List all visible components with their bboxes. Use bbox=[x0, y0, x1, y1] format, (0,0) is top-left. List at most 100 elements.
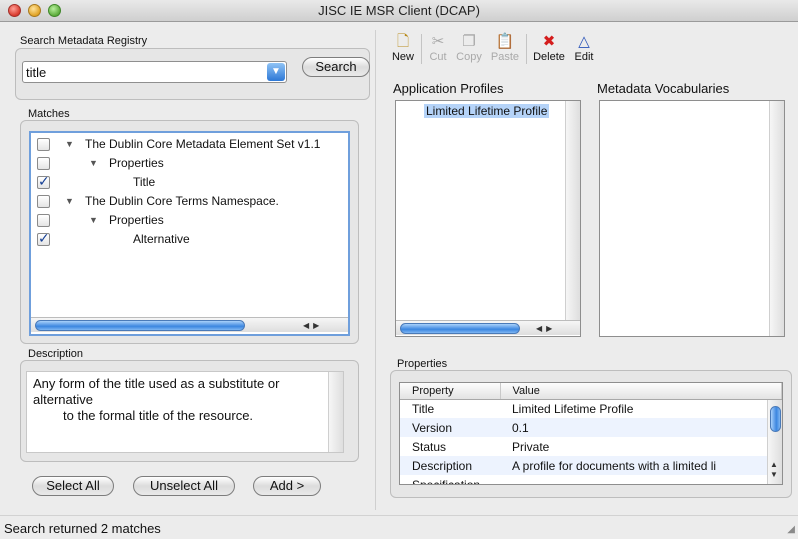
tree-row[interactable]: Title bbox=[31, 172, 346, 192]
scroll-arrows-icon[interactable]: ◀▶ bbox=[536, 321, 556, 336]
search-input[interactable]: title bbox=[26, 65, 46, 80]
property-cell: Version bbox=[400, 418, 500, 437]
table-row[interactable]: Specification bbox=[400, 475, 782, 485]
scrollbar-thumb[interactable] bbox=[35, 320, 245, 331]
close-window-button[interactable] bbox=[8, 4, 21, 17]
copy-tool[interactable]: ❐ Copy bbox=[453, 33, 485, 63]
toolbar-separator bbox=[526, 34, 527, 64]
delete-tool-label: Delete bbox=[533, 51, 565, 63]
combo-dropdown-icon[interactable]: ▼ bbox=[267, 63, 285, 81]
zoom-window-button[interactable] bbox=[48, 4, 61, 17]
tree-row[interactable]: ▼ Properties bbox=[31, 154, 346, 173]
search-combo-box[interactable]: title ▼ bbox=[22, 61, 287, 83]
match-checkbox[interactable] bbox=[37, 214, 50, 227]
properties-vertical-scrollbar[interactable]: ▲ ▼ bbox=[767, 400, 782, 484]
edit-tool[interactable]: △ Edit bbox=[571, 33, 597, 63]
scroll-arrows-icon[interactable]: ◀▶ bbox=[303, 318, 323, 333]
properties-section-label: Properties bbox=[397, 358, 448, 370]
status-text: Search returned 2 matches bbox=[4, 521, 161, 536]
new-tool-label: New bbox=[391, 51, 414, 63]
scroll-arrows-icon[interactable]: ▲ ▼ bbox=[770, 460, 778, 480]
match-checkbox[interactable] bbox=[37, 195, 50, 208]
unselect-all-button[interactable]: Unselect All bbox=[133, 476, 235, 496]
disclosure-triangle-icon[interactable]: ▼ bbox=[65, 135, 74, 154]
tree-row-label: The Dublin Core Metadata Element Set v1.… bbox=[85, 137, 321, 151]
property-cell: Description bbox=[400, 456, 500, 475]
table-row[interactable]: Description A profile for documents with… bbox=[400, 456, 782, 475]
new-document-icon: 🗋 bbox=[396, 33, 410, 50]
value-cell[interactable]: Limited Lifetime Profile bbox=[500, 399, 782, 418]
table-row[interactable]: Version 0.1 bbox=[400, 418, 782, 437]
search-button[interactable]: Search bbox=[302, 57, 370, 77]
scrollbar-thumb[interactable] bbox=[770, 406, 781, 432]
cut-tool-label: Cut bbox=[429, 51, 447, 63]
scrollbar-thumb[interactable] bbox=[400, 323, 520, 334]
match-checkbox[interactable] bbox=[37, 229, 50, 248]
vocabularies-vertical-scrollbar[interactable] bbox=[769, 101, 784, 336]
metadata-vocabularies-list[interactable] bbox=[599, 100, 785, 337]
cut-tool[interactable]: ✂ Cut bbox=[425, 33, 451, 63]
description-vertical-scrollbar[interactable] bbox=[328, 372, 343, 452]
matches-horizontal-scrollbar[interactable]: ◀▶ bbox=[31, 317, 348, 332]
tree-row[interactable]: Alternative bbox=[31, 229, 346, 249]
profiles-vertical-scrollbar[interactable] bbox=[565, 101, 580, 320]
edit-triangle-icon: △ bbox=[578, 33, 590, 50]
property-cell: Title bbox=[412, 401, 435, 416]
description-section-label: Description bbox=[28, 348, 84, 360]
value-cell[interactable]: A profile for documents with a limited l… bbox=[500, 456, 782, 475]
tree-row[interactable]: ▼ The Dublin Core Terms Namespace. bbox=[31, 192, 346, 211]
paste-tool-label: Paste bbox=[490, 51, 520, 63]
edit-tool-label: Edit bbox=[574, 51, 594, 63]
match-checkbox[interactable] bbox=[37, 157, 50, 170]
description-text-area[interactable]: Any form of the title used as a substitu… bbox=[26, 371, 344, 453]
resize-grip-icon[interactable]: ◢ bbox=[787, 524, 795, 535]
paste-tool[interactable]: 📋 Paste bbox=[489, 33, 521, 63]
description-line: Any form of the title used as a substitu… bbox=[33, 376, 280, 391]
match-checkbox[interactable] bbox=[37, 138, 50, 151]
minimize-window-button[interactable] bbox=[28, 4, 41, 17]
window-titlebar[interactable]: JISC IE MSR Client (DCAP) bbox=[0, 0, 798, 22]
split-divider[interactable] bbox=[375, 30, 376, 510]
matches-tree[interactable]: ▼ The Dublin Core Metadata Element Set v… bbox=[29, 131, 350, 336]
tree-row-label: Properties bbox=[109, 213, 164, 227]
application-profiles-list[interactable]: Limited Lifetime Profile ◀▶ bbox=[395, 100, 581, 337]
property-column-header[interactable]: Property bbox=[400, 383, 501, 400]
profiles-horizontal-scrollbar[interactable]: ◀▶ bbox=[396, 320, 580, 335]
disclosure-triangle-icon[interactable]: ▼ bbox=[65, 192, 74, 211]
metadata-vocabularies-header: Metadata Vocabularies bbox=[597, 81, 730, 96]
match-checkbox[interactable] bbox=[37, 172, 50, 191]
description-line: to the formal title of the resource. bbox=[63, 408, 254, 423]
status-bar: Search returned 2 matches ◢ bbox=[0, 515, 798, 539]
copy-icon: ❐ bbox=[462, 33, 476, 50]
table-row[interactable]: Status Private bbox=[400, 437, 782, 456]
tree-row-label: The Dublin Core Terms Namespace. bbox=[85, 194, 279, 208]
search-section-label: Search Metadata Registry bbox=[20, 35, 148, 47]
value-cell[interactable]: Private bbox=[500, 437, 782, 456]
delete-tool[interactable]: ✖ Delete bbox=[531, 33, 567, 63]
property-cell: Status bbox=[412, 439, 447, 454]
select-all-button[interactable]: Select All bbox=[32, 476, 114, 496]
value-cell[interactable]: 0.1 bbox=[500, 418, 782, 437]
value-column-header[interactable]: Value bbox=[500, 383, 782, 400]
application-profile-item[interactable]: Limited Lifetime Profile bbox=[424, 104, 550, 118]
tree-row-label: Alternative bbox=[133, 232, 190, 246]
property-cell: Specification bbox=[412, 477, 481, 485]
scissors-icon: ✂ bbox=[431, 33, 445, 50]
tree-row[interactable]: ▼ Properties bbox=[31, 211, 346, 230]
window-title: JISC IE MSR Client (DCAP) bbox=[318, 3, 480, 18]
tree-row-label: Properties bbox=[109, 156, 164, 170]
application-profiles-header: Application Profiles bbox=[393, 81, 504, 96]
add-button[interactable]: Add > bbox=[253, 476, 321, 496]
tree-row[interactable]: ▼ The Dublin Core Metadata Element Set v… bbox=[31, 135, 346, 154]
copy-tool-label: Copy bbox=[456, 51, 482, 63]
new-tool[interactable]: 🗋 New bbox=[390, 33, 416, 63]
table-row[interactable]: Title Limited Lifetime Profile bbox=[400, 399, 782, 418]
disclosure-triangle-icon[interactable]: ▼ bbox=[89, 211, 98, 230]
matches-section-label: Matches bbox=[28, 108, 70, 120]
value-cell[interactable] bbox=[500, 475, 782, 484]
delete-x-icon: ✖ bbox=[542, 33, 556, 50]
description-line: alternative bbox=[33, 392, 93, 407]
disclosure-triangle-icon[interactable]: ▼ bbox=[89, 154, 98, 173]
properties-table[interactable]: Property Value Title Limited Lifetime Pr… bbox=[399, 382, 783, 485]
tree-row-label: Title bbox=[133, 175, 156, 189]
